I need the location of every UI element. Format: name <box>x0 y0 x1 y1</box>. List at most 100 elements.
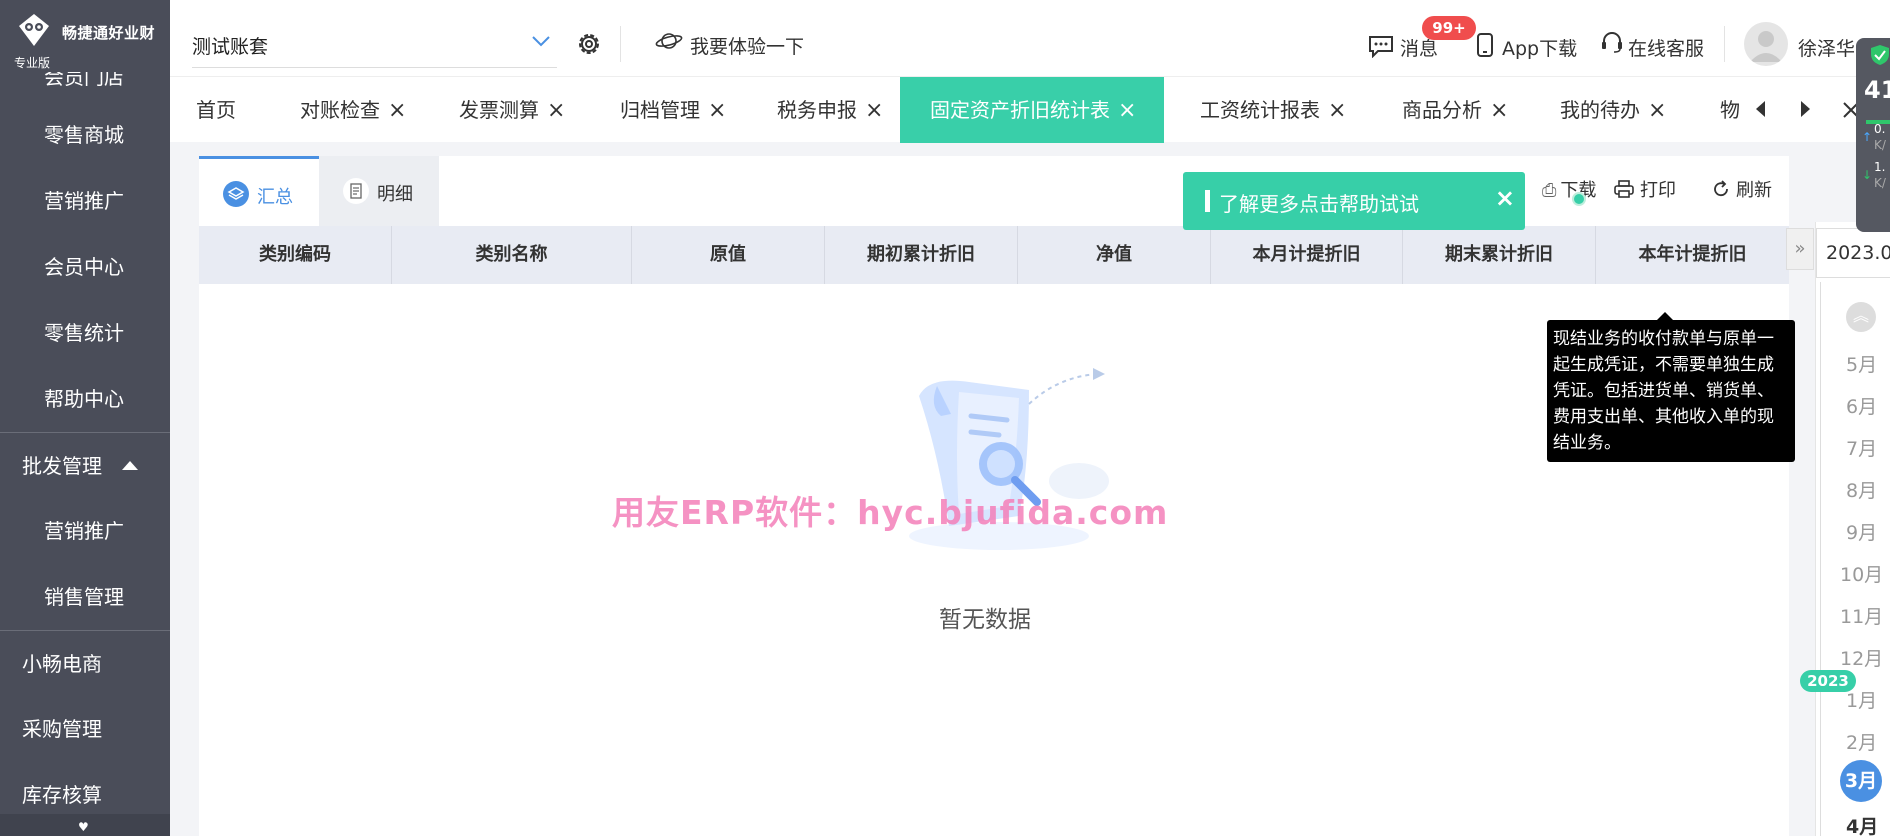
month-item[interactable]: 8月 <box>1846 476 1890 503</box>
month-item[interactable]: 4月 <box>1846 812 1890 836</box>
column-header[interactable]: 期初累计折旧 <box>825 226 1018 284</box>
month-item[interactable]: 2月 <box>1846 728 1890 755</box>
header-divider <box>1724 26 1725 62</box>
sidebar-item-label: 会员中心 <box>44 255 124 279</box>
month-item[interactable]: 5月 <box>1846 350 1890 377</box>
sidebar: 会员门店 零售商城 营销推广 会员中心 零售统计 帮助中心 批发管理 营销推广 … <box>0 0 170 836</box>
tab-home[interactable]: 首页 <box>196 77 236 143</box>
tab-reconciliation[interactable]: 对账检查 × <box>300 77 406 143</box>
heart-icon: ♥ <box>78 820 89 834</box>
user-name[interactable]: 徐泽华 <box>1798 34 1855 61</box>
sidebar-item-retail-stats[interactable]: 零售统计 <box>0 300 170 366</box>
close-icon[interactable]: × <box>1328 78 1346 144</box>
info-tooltip: 现结业务的收付款单与原单一起生成凭证，不需要单独生成凭证。包括进货单、销货单、费… <box>1547 312 1795 462</box>
month-item[interactable]: 10月 <box>1840 560 1885 587</box>
month-item[interactable]: 6月 <box>1846 392 1890 419</box>
month-item-active[interactable]: 3月 <box>1840 760 1882 802</box>
month-item[interactable]: 1月 <box>1846 686 1890 713</box>
tab-overflow[interactable]: 物 <box>1720 77 1740 143</box>
tab-fixed-asset-depreciation[interactable]: 固定资产折旧统计表 × <box>900 77 1164 143</box>
sidebar-item-label: 零售统计 <box>44 321 124 345</box>
widget-value: 41 <box>1864 76 1890 104</box>
tab-tax-filing[interactable]: 税务申报 × <box>777 77 883 143</box>
close-icon[interactable]: × <box>388 78 406 144</box>
sidebar-nav: 会员门店 零售商城 营销推广 会员中心 零售统计 帮助中心 批发管理 营销推广 … <box>0 52 170 828</box>
view-switch: 汇总 明细 <box>199 156 439 226</box>
avatar[interactable] <box>1744 22 1788 66</box>
column-header[interactable]: 净值 <box>1018 226 1211 284</box>
upload-unit: K/ <box>1874 138 1886 152</box>
message-icon[interactable] <box>1368 34 1394 58</box>
column-header[interactable]: 类别编码 <box>199 226 392 284</box>
period-input[interactable]: 2023.03 <box>1816 228 1890 278</box>
tab-my-todo[interactable]: 我的待办 × <box>1560 77 1666 143</box>
close-icon[interactable]: × <box>865 78 883 144</box>
sidebar-item-purchase[interactable]: 采购管理 <box>0 696 170 762</box>
help-tip-text: 了解更多点击帮助试试 <box>1219 192 1419 216</box>
tab-salary-report[interactable]: 工资统计报表 × <box>1200 77 1346 143</box>
app-download-link[interactable]: App下载 <box>1502 34 1577 61</box>
download-icon: ⎙ <box>1542 180 1557 201</box>
tab-label: 物 <box>1720 98 1740 122</box>
trial-link[interactable]: 我要体验一下 <box>690 32 804 59</box>
close-icon[interactable]: × <box>1648 78 1666 144</box>
sidebar-item-ecommerce[interactable]: 小畅电商 <box>0 630 170 696</box>
column-header[interactable]: 本月计提折旧 <box>1211 226 1403 284</box>
customer-service-link[interactable]: 在线客服 <box>1628 34 1704 61</box>
upload-speed: 0. <box>1874 122 1886 136</box>
tab-scroll-left-icon[interactable] <box>1750 97 1772 121</box>
sidebar-item-label: 批发管理 <box>22 454 102 478</box>
header-divider <box>620 26 621 62</box>
close-icon[interactable]: × <box>708 78 726 144</box>
column-header[interactable]: 本年计提折旧 <box>1596 226 1789 284</box>
tab-detail[interactable]: 明细 <box>319 156 439 226</box>
edition-label: 专业版 <box>14 56 51 70</box>
tab-product-analysis[interactable]: 商品分析 × <box>1402 77 1508 143</box>
sidebar-item-retail-mall[interactable]: 零售商城 <box>0 102 170 168</box>
sidebar-item-label: 采购管理 <box>22 717 102 741</box>
month-item[interactable]: 12月 <box>1840 644 1885 671</box>
sidebar-item-help-center[interactable]: 帮助中心 <box>0 366 170 432</box>
tab-scroll-right-icon[interactable] <box>1794 97 1816 121</box>
column-header[interactable]: 期末累计折旧 <box>1403 226 1596 284</box>
tab-summary[interactable]: 汇总 <box>199 156 319 226</box>
sidebar-item-wholesale-marketing[interactable]: 营销推广 <box>0 498 170 564</box>
double-chevron-right-icon[interactable]: » <box>1786 228 1814 270</box>
month-item[interactable]: 11月 <box>1840 602 1885 629</box>
period-timeline: 2023.03 ︽ 5月 6月 7月 8月 9月 10月 11月 12月 202… <box>1800 222 1890 836</box>
tab-label: 首页 <box>196 98 236 122</box>
tab-archive[interactable]: 归档管理 × <box>620 77 726 143</box>
month-item[interactable]: 7月 <box>1846 434 1890 461</box>
print-button[interactable]: 打印 <box>1614 176 1676 202</box>
month-item[interactable]: 9月 <box>1846 518 1890 545</box>
gear-icon[interactable] <box>575 30 603 58</box>
tab-invoice-calc[interactable]: 发票测算 × <box>459 77 565 143</box>
document-icon <box>343 178 369 204</box>
close-icon[interactable]: × <box>547 78 565 144</box>
refresh-button[interactable]: 刷新 <box>1712 176 1772 202</box>
sidebar-item-marketing[interactable]: 营销推广 <box>0 168 170 234</box>
help-tip-banner[interactable]: 了解更多点击帮助试试 × <box>1183 172 1525 230</box>
chevron-down-icon <box>532 36 550 47</box>
column-header[interactable]: 类别名称 <box>392 226 632 284</box>
sidebar-footer[interactable]: ♥ <box>0 814 170 836</box>
tab-label: 商品分析 <box>1402 98 1482 122</box>
network-speed-widget[interactable]: 41 ↑ 0. K/ ↓ 1. K/ <box>1856 38 1890 232</box>
close-icon[interactable]: × <box>1495 184 1515 212</box>
tab-label: 我的待办 <box>1560 98 1640 122</box>
account-selector[interactable]: 测试账套 <box>192 22 557 68</box>
sidebar-item-member-center[interactable]: 会员中心 <box>0 234 170 300</box>
sidebar-item-label: 小畅电商 <box>22 652 102 676</box>
sidebar-item-label: 零售商城 <box>44 123 124 147</box>
download-unit: K/ <box>1874 176 1886 190</box>
column-header[interactable]: 原值 <box>632 226 825 284</box>
account-name: 测试账套 <box>192 36 269 58</box>
sidebar-item-wholesale[interactable]: 批发管理 <box>0 432 170 498</box>
close-icon[interactable]: × <box>1118 78 1136 144</box>
download-button[interactable]: ⎙ 下载 <box>1542 176 1596 202</box>
sidebar-item-sales[interactable]: 销售管理 <box>0 564 170 630</box>
close-icon[interactable]: × <box>1490 78 1508 144</box>
brand-logo[interactable]: 畅捷通好业财 专业版 <box>0 0 170 72</box>
tab-label: 发票测算 <box>459 98 539 122</box>
scroll-up-icon[interactable]: ︽ <box>1846 302 1876 332</box>
